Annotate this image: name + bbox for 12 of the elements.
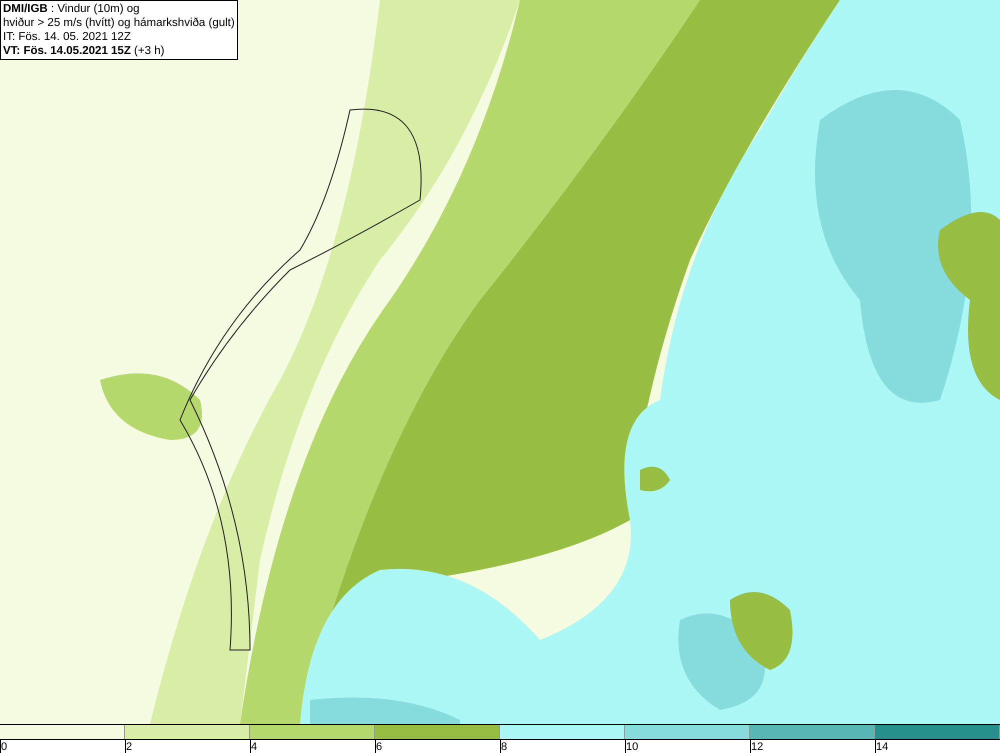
legend-label: 4: [251, 740, 258, 753]
legend-label: 6: [376, 740, 382, 753]
info-text: DMI/IGB : Vindur (10m) og: [3, 2, 141, 16]
info-text: IT: Fös. 14. 05. 2021 12Z: [3, 30, 132, 44]
legend-label: 8: [501, 740, 508, 753]
info-text: hviður > 25 m/s (hvítt) og hámarkshviða (gult): [3, 16, 235, 30]
info-text: VT: Fös. 14.05.2021 15Z (+3 h): [3, 44, 166, 58]
legend-label: 2: [126, 740, 132, 753]
legend-label: 0: [1, 740, 8, 753]
legend-label: 10: [626, 740, 638, 753]
legend-label: 14: [876, 740, 888, 753]
legend-label: 12: [751, 740, 764, 753]
